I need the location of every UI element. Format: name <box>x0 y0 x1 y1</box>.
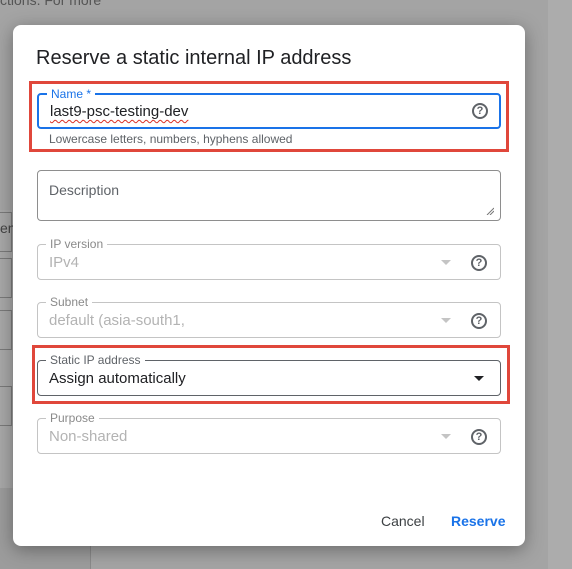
help-circle-icon[interactable]: ? <box>472 103 488 119</box>
chevron-down-icon <box>441 260 451 265</box>
purpose-label: Purpose <box>46 411 99 425</box>
reserve-button[interactable]: Reserve <box>451 513 506 529</box>
static-ip-select[interactable]: Static IP address Assign automatically <box>37 353 501 396</box>
name-field-hint: Lowercase letters, numbers, hyphens allo… <box>49 132 293 146</box>
ip-version-select[interactable]: IP version IPv4 ? <box>37 237 501 280</box>
background-field <box>0 386 12 426</box>
purpose-select[interactable]: Purpose Non-shared ? <box>37 411 501 454</box>
reserve-ip-dialog: Reserve a static internal IP address Nam… <box>13 25 525 546</box>
chevron-down-icon <box>474 376 484 381</box>
help-circle-icon[interactable]: ? <box>471 255 487 271</box>
background-text: ctions. For more <box>0 0 102 8</box>
name-field-value[interactable]: last9-psc-testing-dev <box>50 103 188 120</box>
resize-handle-icon[interactable] <box>486 207 494 215</box>
help-circle-icon[interactable]: ? <box>471 313 487 329</box>
description-field[interactable]: Description <box>37 170 501 221</box>
background-field <box>0 310 12 350</box>
subnet-label: Subnet <box>46 295 93 309</box>
name-field[interactable]: Name * last9-psc-testing-dev ? <box>37 87 501 129</box>
description-placeholder: Description <box>49 182 120 198</box>
static-ip-label: Static IP address <box>46 353 145 367</box>
ip-version-label: IP version <box>46 237 108 251</box>
name-field-label: Name * <box>47 87 96 101</box>
purpose-value: Non-shared <box>49 428 128 445</box>
background-scroll-area <box>548 0 572 569</box>
subnet-value: default (asia-south1, <box>49 312 185 329</box>
ip-version-value: IPv4 <box>49 254 80 271</box>
subnet-select[interactable]: Subnet default (asia-south1, ? <box>37 295 501 338</box>
cancel-button[interactable]: Cancel <box>381 513 425 529</box>
background-field <box>0 258 12 298</box>
static-ip-value: Assign automatically <box>49 370 186 387</box>
dialog-title: Reserve a static internal IP address <box>36 47 352 69</box>
chevron-down-icon <box>441 434 451 439</box>
help-circle-icon[interactable]: ? <box>471 429 487 445</box>
chevron-down-icon <box>441 318 451 323</box>
